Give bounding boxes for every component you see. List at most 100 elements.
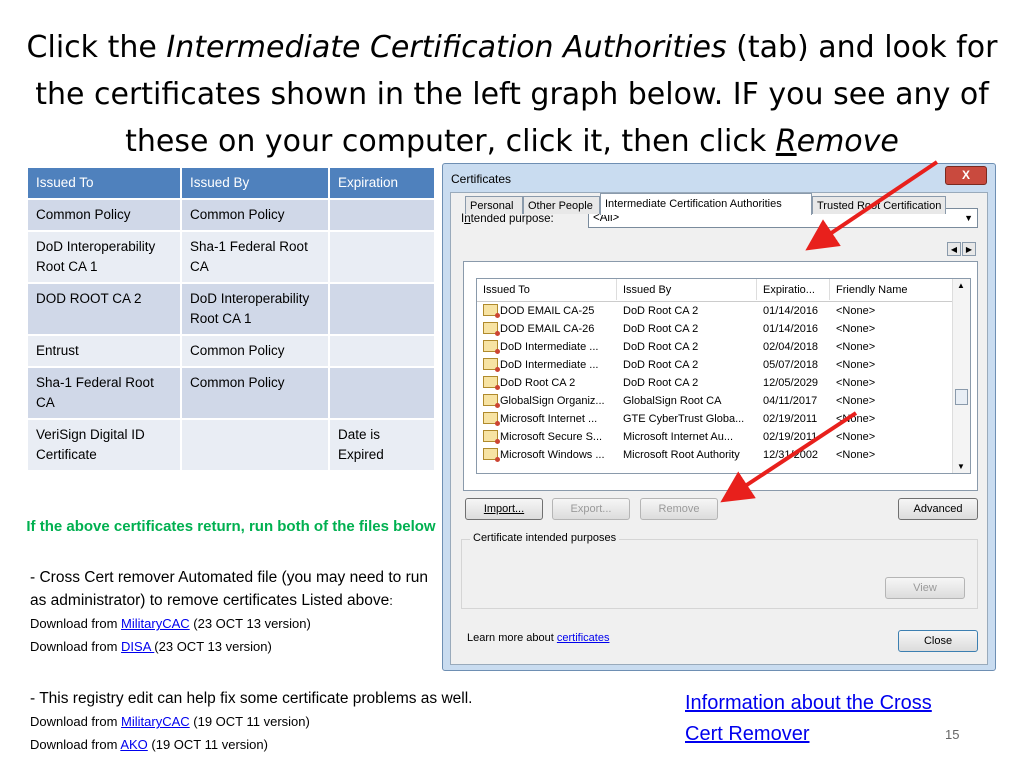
list-rows: DOD EMAIL CA-25 DoD Root CA 2 01/14/2016 <N… <box>477 302 955 464</box>
cell-text: 01/14/2016 <box>763 323 819 335</box>
export-button[interactable]: Export... <box>552 498 630 520</box>
list-item[interactable]: Microsoft Internet ... GTE CyberTrust Glo… <box>477 410 955 428</box>
list-item[interactable]: Microsoft Secure S... Microsoft Internet … <box>477 428 955 446</box>
cell-text: Microsoft Secure S... <box>500 431 603 443</box>
certificate-icon <box>483 394 500 409</box>
certificate-icon <box>483 358 500 373</box>
view-label: View <box>913 582 937 594</box>
close-icon[interactable]: X <box>945 166 987 185</box>
tab-personal[interactable]: Personal <box>465 196 523 214</box>
cell-expiration: 05/07/2018 <box>763 356 831 374</box>
certificate-icon <box>483 412 500 427</box>
list-item[interactable]: DOD EMAIL CA-26 DoD Root CA 2 01/14/2016 <N… <box>477 320 955 338</box>
disa-link[interactable]: DISA <box>121 639 154 654</box>
militarycac-link[interactable]: MilitaryCAC <box>121 616 190 631</box>
cell-friendly: <None> <box>836 338 946 356</box>
cell-expiration: 02/04/2018 <box>763 338 831 356</box>
certificate-icon <box>483 448 500 463</box>
cell-text: 04/11/2017 <box>763 395 818 407</box>
certificates-dialog: Certificates X Intended purpose: <All> ▼… <box>442 163 996 671</box>
list-scrollbar[interactable]: ▲ ▼ <box>952 279 970 473</box>
certificate-list[interactable]: Issued To Issued By Expiratio... Friendl… <box>476 278 971 474</box>
view-button[interactable]: View <box>885 577 965 599</box>
cell-text: Microsoft Windows ... <box>500 449 605 461</box>
cell-friendly: <None> <box>836 302 946 320</box>
green-note: If the above certificates return, run bo… <box>26 518 436 535</box>
ako-link[interactable]: AKO <box>120 737 147 752</box>
list-item[interactable]: DoD Intermediate ... DoD Root CA 2 05/07/2… <box>477 356 955 374</box>
scroll-thumb[interactable] <box>955 389 968 405</box>
list-item[interactable]: DoD Intermediate ... DoD Root CA 2 02/04/2… <box>477 338 955 356</box>
learn-prefix: Learn more about <box>467 632 557 644</box>
para2-text: - This registry edit can help fix some c… <box>30 690 473 707</box>
cell-issued-by: DoD Interoperability Root CA 1 <box>180 282 330 336</box>
header-expiration[interactable]: Expiratio... <box>757 279 830 300</box>
cross-cert-info-link[interactable]: Information about the Cross Cert Remover <box>685 688 945 750</box>
close-button[interactable]: Close <box>898 630 978 652</box>
tab-trusted-root[interactable]: Trusted Root Certification <box>812 196 946 214</box>
scroll-up-icon[interactable]: ▲ <box>957 281 965 290</box>
remove-button[interactable]: Remove <box>640 498 718 520</box>
slide-title: Click the Intermediate Certification Aut… <box>0 24 1024 165</box>
cell-text: 12/31/2002 <box>763 449 819 461</box>
cell-text: <None> <box>836 431 876 443</box>
import-button[interactable]: Import... <box>465 498 543 520</box>
certificates-link[interactable]: certificates <box>557 632 610 644</box>
version-text: (23 OCT 13 version) <box>154 639 272 654</box>
table-row: VeriSign Digital ID Certificate Date is E… <box>26 418 436 472</box>
tab-other-people[interactable]: Other People <box>523 196 600 214</box>
cell-text: <None> <box>836 323 876 335</box>
arrow-left-icon[interactable]: ◀ <box>947 242 961 256</box>
remove-label: Remove <box>658 503 700 515</box>
cell-text: DOD EMAIL CA-26 <box>500 323 595 335</box>
cell-issued-by: GlobalSign Root CA <box>623 392 757 410</box>
cell-text: GlobalSign Organiz... <box>500 395 605 407</box>
header-issued-by[interactable]: Issued By <box>617 279 757 300</box>
cell-issued-to: Sha-1 Federal Root CA <box>26 366 182 420</box>
cell-expiration <box>328 230 436 284</box>
cell-expiration: 12/05/2029 <box>763 374 831 392</box>
cell-text: 02/04/2018 <box>763 341 819 353</box>
cell-expiration: 12/31/2002 <box>763 446 831 464</box>
cell-issued-to: Microsoft Internet ... <box>477 410 617 428</box>
tab-intermediate[interactable]: Intermediate Certification Authorities <box>600 193 812 215</box>
download-prefix: Download from <box>30 737 121 752</box>
arrow-right-icon[interactable]: ▶ <box>962 242 976 256</box>
cell-text: GTE CyberTrust Globa... <box>623 413 745 425</box>
export-label: Export... <box>570 503 612 515</box>
list-item[interactable]: DoD Root CA 2 DoD Root CA 2 12/05/2029 <Non… <box>477 374 955 392</box>
list-item[interactable]: GlobalSign Organiz... GlobalSign Root CA 0… <box>477 392 955 410</box>
col-issued-to: Issued To <box>26 166 182 200</box>
table-row: Common Policy Common Policy <box>26 198 436 232</box>
header-issued-to[interactable]: Issued To <box>477 279 617 300</box>
cell-issued-to: DoD Intermediate ... <box>477 356 617 374</box>
cell-text: DoD Root CA 2 <box>623 341 699 353</box>
cell-text: 02/19/2011 <box>763 431 818 443</box>
cell-text: DoD Intermediate ... <box>500 359 599 371</box>
cell-expiration: 02/19/2011 <box>763 410 831 428</box>
version-text: (23 OCT 13 version) <box>189 616 311 631</box>
advanced-button[interactable]: Advanced <box>898 498 978 520</box>
purposes-label: Certificate intended purposes <box>470 532 620 544</box>
cell-text: GlobalSign Root CA <box>623 395 722 407</box>
list-item[interactable]: DOD EMAIL CA-25 DoD Root CA 2 01/14/2016 <N… <box>477 302 955 320</box>
militarycac-link[interactable]: MilitaryCAC <box>121 714 190 729</box>
header-friendly-name[interactable]: Friendly Name <box>830 279 955 300</box>
scroll-down-icon[interactable]: ▼ <box>957 462 965 471</box>
cell-expiration <box>328 282 436 336</box>
table-row: Sha-1 Federal Root CA Common Policy <box>26 366 436 420</box>
certificate-icon <box>483 304 500 319</box>
title-tab-name: Intermediate Certification Authorities <box>166 30 727 65</box>
cell-issued-by: Common Policy <box>180 198 330 232</box>
chevron-down-icon: ▼ <box>964 213 973 223</box>
registry-edit-instructions: - This registry edit can help fix some c… <box>30 687 590 756</box>
certificate-table: Issued To Issued By Expiration Common Po… <box>26 166 436 472</box>
import-label: Import... <box>483 503 525 515</box>
cell-issued-by <box>180 418 330 472</box>
certificate-icon <box>483 376 500 391</box>
certificate-icon <box>483 340 500 355</box>
cell-issued-by: DoD Root CA 2 <box>623 356 757 374</box>
cell-issued-to: GlobalSign Organiz... <box>477 392 617 410</box>
cell-issued-to: Microsoft Windows ... <box>477 446 617 464</box>
list-item[interactable]: Microsoft Windows ... Microsoft Root Auth… <box>477 446 955 464</box>
